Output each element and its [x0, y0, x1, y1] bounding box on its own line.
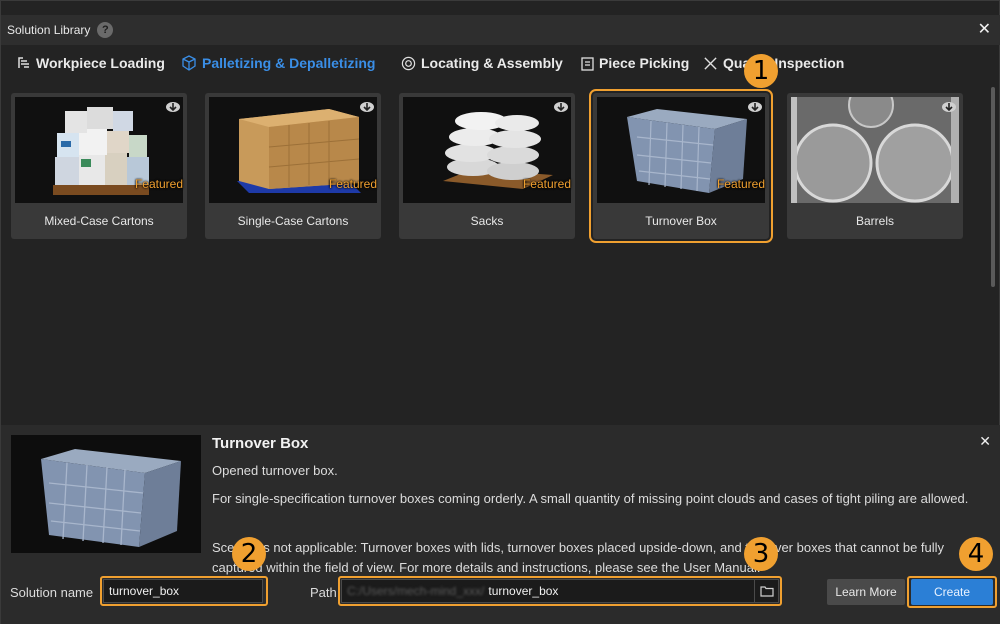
tab-locating-assembly[interactable]: Locating & Assembly	[401, 55, 563, 71]
solution-name-input[interactable]	[103, 579, 263, 603]
solution-library-window: Solution Library ? ✕ Workpiece Loading P…	[0, 0, 1000, 624]
solution-card-single-case-cartons[interactable]: Featured Single-Case Cartons	[205, 93, 381, 239]
title-bar: Solution Library ? ✕	[1, 15, 1000, 45]
download-icon[interactable]	[747, 99, 763, 115]
clipboard-icon	[581, 56, 594, 71]
path-value: turnover_box	[488, 584, 559, 598]
path-input[interactable]: C:/Users/mech-mind_xxx/ turnover_box	[341, 579, 779, 603]
card-label: Barrels	[855, 214, 894, 228]
annotation-badge-4: 4	[959, 537, 993, 571]
tools-icon	[704, 56, 717, 70]
card-label: Sacks	[470, 214, 504, 228]
solution-card-barrels[interactable]: Barrels	[787, 93, 963, 239]
learn-more-button[interactable]: Learn More	[827, 579, 905, 605]
solution-detail-panel: Turnover Box Opened turnover box. For si…	[1, 425, 1000, 624]
detail-title: Turnover Box	[212, 435, 309, 452]
annotation-badge-3: 3	[744, 537, 778, 571]
browse-folder-button[interactable]	[754, 580, 778, 602]
barrels-thumbnail	[791, 97, 959, 203]
target-icon	[401, 56, 416, 70]
cube-icon	[182, 55, 196, 71]
create-button[interactable]: Create	[911, 579, 993, 605]
turnover-box-preview	[11, 435, 201, 553]
solution-card-turnover-box[interactable]: Featured Turnover Box	[589, 89, 773, 243]
solution-card-sacks[interactable]: Featured Sacks	[399, 93, 575, 239]
annotation-badge-1: 1	[744, 54, 778, 88]
solution-card-mixed-case-cartons[interactable]: Featured Mixed-Case Cartons	[11, 93, 187, 239]
tab-label: Palletizing & Depalletizing	[202, 55, 376, 71]
tab-label: Workpiece Loading	[36, 55, 165, 71]
download-icon[interactable]	[165, 99, 181, 115]
solution-name-label: Solution name	[10, 585, 94, 600]
featured-badge: Featured	[522, 177, 571, 191]
folder-icon	[759, 586, 774, 597]
tab-workpiece-loading[interactable]: Workpiece Loading	[17, 55, 165, 71]
featured-badge: Featured	[328, 177, 377, 191]
help-icon[interactable]: ?	[97, 22, 114, 38]
tab-label: Quality Inspection	[723, 55, 845, 71]
download-icon[interactable]	[941, 99, 957, 115]
card-label: Mixed-Case Cartons	[44, 214, 154, 228]
tab-piece-picking[interactable]: Piece Picking	[581, 55, 689, 71]
path-prefix: C:/Users/mech-mind_xxx/	[347, 584, 485, 598]
close-window-button[interactable]: ✕	[978, 22, 991, 38]
featured-badge: Featured	[716, 177, 765, 191]
card-label: Single-Case Cartons	[237, 214, 349, 228]
path-label: Path	[310, 585, 337, 600]
card-scrollbar[interactable]	[991, 87, 995, 287]
tab-label: Locating & Assembly	[421, 55, 563, 71]
detail-not-applicable: Scenarios not applicable: Turnover boxes…	[212, 540, 945, 575]
category-tabs: Workpiece Loading Palletizing & Depallet…	[1, 51, 1000, 79]
download-icon[interactable]	[359, 99, 375, 115]
tab-label: Piece Picking	[599, 55, 690, 71]
detail-applicable: For single-specification turnover boxes …	[212, 491, 969, 506]
tab-palletizing[interactable]: Palletizing & Depalletizing	[181, 55, 375, 71]
featured-badge: Featured	[134, 177, 183, 191]
download-icon[interactable]	[553, 99, 569, 115]
workpiece-icon	[18, 57, 29, 68]
close-detail-button[interactable]: ✕	[979, 434, 991, 448]
detail-summary: Opened turnover box.	[212, 463, 338, 478]
annotation-badge-2: 2	[232, 537, 266, 571]
card-label: Turnover Box	[645, 214, 717, 228]
window-title: Solution Library	[7, 23, 91, 37]
